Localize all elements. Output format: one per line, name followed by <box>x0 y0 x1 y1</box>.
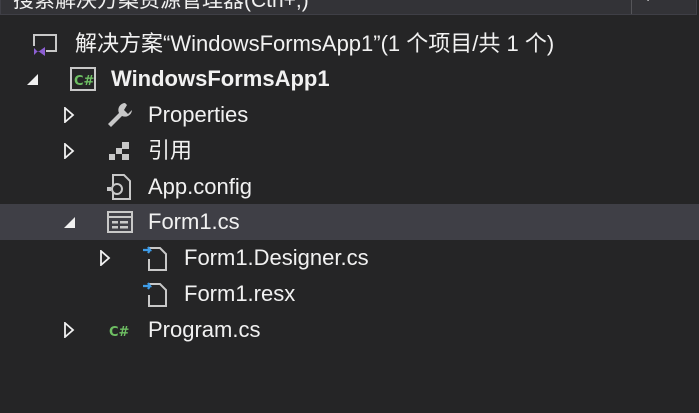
tree-row-app-config[interactable]: App.config <box>0 169 699 205</box>
wrench-icon <box>108 103 132 127</box>
app-config-label: App.config <box>148 174 252 199</box>
program-label: Program.cs <box>148 317 261 342</box>
csharp-file-icon: C# <box>109 325 130 340</box>
collapsed-arrow-icon[interactable] <box>61 322 77 338</box>
tree-row-program[interactable]: C# Program.cs <box>0 312 699 348</box>
form-icon <box>107 211 133 233</box>
collapsed-arrow-icon[interactable] <box>61 143 77 159</box>
tree-row-project[interactable]: C# WindowsFormsApp1 <box>0 61 699 97</box>
form1-label: Form1.cs <box>148 209 240 234</box>
search-icon[interactable] <box>642 0 672 4</box>
tree-row-properties[interactable]: Properties <box>0 97 699 133</box>
search-input[interactable]: 搜索解决方案资源管理器(Ctrl+;) <box>13 0 309 13</box>
dependent-file-icon <box>143 282 167 307</box>
search-box[interactable]: 搜索解决方案资源管理器(Ctrl+;) <box>0 0 697 15</box>
form1-resx-label: Form1.resx <box>184 281 296 306</box>
expanded-arrow-icon[interactable] <box>24 71 40 87</box>
project-label: WindowsFormsApp1 <box>111 66 330 91</box>
dependent-file-icon <box>143 246 167 271</box>
references-label: 引用 <box>148 138 193 163</box>
tree-row-references[interactable]: 引用 <box>0 133 699 169</box>
collapsed-arrow-icon[interactable] <box>97 250 113 266</box>
search-separator <box>631 0 632 14</box>
tree-row-form1-resx[interactable]: Form1.resx <box>0 276 699 312</box>
expanded-arrow-icon[interactable] <box>61 214 77 230</box>
tree-row-solution[interactable]: 解决方案“WindowsFormsApp1”(1 个项目/共 1 个) <box>0 26 699 62</box>
visual-studio-icon <box>32 34 57 57</box>
references-icon <box>109 142 129 160</box>
properties-label: Properties <box>148 102 249 127</box>
form1-designer-label: Form1.Designer.cs <box>184 245 369 270</box>
tree-row-form1[interactable]: Form1.cs <box>0 204 699 240</box>
config-file-icon <box>107 174 131 200</box>
collapsed-arrow-icon[interactable] <box>61 107 77 123</box>
csharp-project-icon: C# <box>70 67 96 91</box>
svg-text:C#: C# <box>109 325 130 340</box>
svg-text:C#: C# <box>74 74 95 89</box>
solution-label: 解决方案“WindowsFormsApp1”(1 个项目/共 1 个) <box>75 31 555 56</box>
tree-row-form1-designer[interactable]: Form1.Designer.cs <box>0 240 699 276</box>
